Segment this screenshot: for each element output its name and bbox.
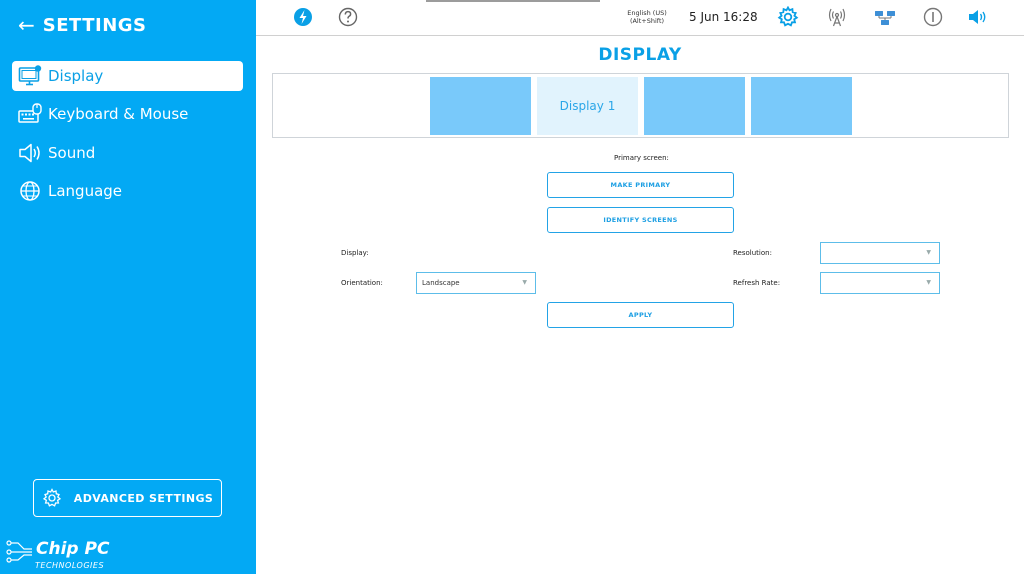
gear-icon [42,488,61,507]
orientation-label: Orientation: [341,279,383,287]
advanced-settings-label: ADVANCED SETTINGS [73,491,214,505]
network-icon[interactable] [874,6,896,28]
screen-tile-selected[interactable]: Display 1 [537,77,638,135]
logo-name: Chip PC [36,539,110,559]
page-title: DISPLAY [598,45,682,65]
globe-icon [18,180,42,202]
gear-icon[interactable] [777,5,799,28]
refresh-rate-select[interactable]: ▼ [820,272,940,294]
identify-screens-button[interactable]: IDENTIFY SCREENS [547,207,734,233]
settings-window: ← SETTINGS Display Keyboard & Mouse Soun… [0,0,1024,574]
screen-tile[interactable] [644,77,745,135]
keyboard-mouse-icon [18,103,42,125]
logo-circuit-icon [6,540,32,563]
sidebar-item-keyboard-mouse[interactable]: Keyboard & Mouse [12,99,243,129]
refresh-rate-label: Refresh Rate: [733,279,781,287]
arrow-left-icon[interactable]: ← [18,15,35,35]
top-drag-handle[interactable] [426,0,600,2]
sidebar-item-display[interactable]: Display [12,61,243,91]
top-bar: English (US) (Alt+Shift) 5 Jun 16:28 [256,0,1024,36]
sidebar-item-label: Sound [48,144,96,162]
chevron-down-icon: ▼ [926,249,931,256]
speaker-icon [18,142,42,164]
primary-screen-label: Primary screen: [614,154,669,162]
chevron-down-icon: ▼ [926,279,931,286]
sidebar-item-label: Language [48,182,123,200]
help-icon[interactable] [337,6,359,28]
language-name: English (US) [627,9,667,17]
sidebar-item-label: Display [48,67,104,85]
make-primary-button[interactable]: MAKE PRIMARY [547,172,734,198]
wireless-icon[interactable] [826,6,848,28]
sidebar-title: SETTINGS [42,14,147,36]
resolution-label: Resolution: [733,249,772,257]
sidebar-header: ← SETTINGS [18,13,147,37]
screen-layout-panel: Display 1 [272,73,1009,138]
language-shortcut: (Alt+Shift) [629,17,665,25]
volume-icon[interactable] [967,6,989,28]
screen-tile[interactable] [430,77,531,135]
apply-button[interactable]: APPLY [547,302,734,328]
advanced-settings-button[interactable]: ADVANCED SETTINGS [33,479,222,517]
logo-subtitle: TECHNOLOGIES [35,561,105,570]
language-indicator[interactable]: English (US) (Alt+Shift) [621,9,673,25]
chevron-down-icon: ▼ [522,279,527,286]
lightning-icon[interactable] [292,6,314,28]
display-label: Display: [341,249,369,257]
chip-pc-logo: Chip PC TECHNOLOGIES [6,539,126,573]
orientation-value: Landscape [422,279,460,287]
sidebar-item-label: Keyboard & Mouse [48,105,189,123]
sidebar: ← SETTINGS Display Keyboard & Mouse Soun… [0,0,256,574]
sidebar-item-language[interactable]: Language [12,176,243,206]
monitor-icon [18,65,42,87]
date-time: 5 Jun 16:28 [689,10,758,24]
orientation-select[interactable]: Landscape ▼ [416,272,536,294]
power-icon[interactable] [922,6,944,28]
screen-tile[interactable] [751,77,852,135]
sidebar-item-sound[interactable]: Sound [12,138,243,168]
resolution-select[interactable]: ▼ [820,242,940,264]
